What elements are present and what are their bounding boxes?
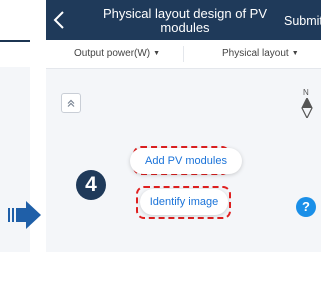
caret-down-icon: ▼ (291, 50, 299, 57)
chevron-left-icon[interactable] (52, 9, 66, 31)
output-power-label: Output power(W) (74, 48, 151, 59)
add-pv-modules-button[interactable]: Add PV modules (130, 148, 242, 174)
submit-button[interactable]: Submit (284, 14, 321, 28)
step-number-badge: 4 (76, 170, 106, 200)
page-title: Physical layout design of PV modules (102, 6, 268, 35)
compass-icon: N (301, 88, 313, 120)
chevron-up-icon (67, 99, 75, 107)
caret-down-icon: ▼ (153, 50, 161, 57)
collapse-button[interactable] (61, 93, 81, 113)
help-button[interactable]: ? (296, 197, 316, 217)
physical-layout-dropdown[interactable]: Physical layout ▼ (222, 48, 299, 59)
compass-north-label: N (303, 88, 309, 97)
adjacent-screen-header (0, 0, 30, 42)
output-power-dropdown[interactable]: Output power(W) ▼ (74, 48, 160, 59)
next-step-arrow-icon (8, 200, 42, 235)
title-bar: Physical layout design of PV modules Sub… (46, 0, 321, 40)
filter-toolbar: Output power(W) ▼ Physical layout ▼ (46, 40, 321, 69)
identify-image-button[interactable]: Identify image (140, 189, 228, 215)
physical-layout-label: Physical layout (222, 48, 289, 59)
toolbar-divider (183, 46, 184, 62)
phone-screen: Physical layout design of PV modules Sub… (46, 0, 321, 252)
